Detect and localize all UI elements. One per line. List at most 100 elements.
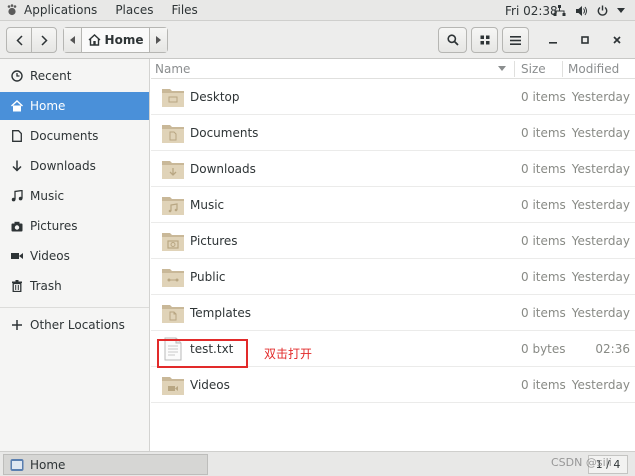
file-size: 0 items: [521, 126, 566, 140]
file-size: 0 items: [521, 198, 566, 212]
file-modified: Yesterday: [571, 306, 630, 320]
sidebar-item-home[interactable]: Home: [0, 92, 149, 120]
menu-button[interactable]: [502, 27, 529, 53]
file-name: Templates: [190, 306, 252, 320]
file-modified: 02:36: [595, 342, 630, 356]
sidebar-divider: [0, 307, 149, 308]
document-icon: [11, 130, 23, 142]
path-crumb-home[interactable]: Home: [82, 28, 149, 52]
folder-icon: [162, 125, 184, 143]
folder-icon: [162, 269, 184, 287]
file-name: Documents: [190, 126, 259, 140]
trash-icon: [11, 280, 23, 292]
view-toggle-button[interactable]: [471, 27, 498, 53]
path-scroll-right-button[interactable]: [149, 28, 167, 52]
sidebar-item-pictures[interactable]: Pictures: [0, 212, 149, 240]
history-buttons: [6, 27, 57, 53]
applications-menu[interactable]: Applications: [0, 0, 106, 21]
camera-icon: [11, 220, 23, 232]
file-row-music[interactable]: Music 0 items Yesterday: [151, 187, 635, 223]
column-header-size[interactable]: Size: [521, 59, 546, 79]
forward-icon: [40, 34, 48, 46]
file-name: Music: [190, 198, 225, 212]
forward-button[interactable]: [32, 28, 56, 52]
sidebar-item-downloads[interactable]: Downloads: [0, 152, 149, 180]
file-modified: Yesterday: [571, 198, 630, 212]
taskbar-window-label: Home: [30, 457, 66, 472]
home-icon: [88, 34, 101, 46]
sidebar-item-music[interactable]: Music: [0, 182, 149, 210]
home-icon: [11, 100, 23, 112]
column-header-modified-label: Modified: [568, 62, 620, 76]
clock[interactable]: Fri 02:38: [505, 0, 558, 21]
file-row-public[interactable]: Public 0 items Yesterday: [151, 259, 635, 295]
column-divider: [514, 61, 515, 77]
plus-icon: [11, 319, 23, 331]
file-row-videos[interactable]: Videos 0 items Yesterday: [151, 367, 635, 403]
file-row-pictures[interactable]: Pictures 0 items Yesterday: [151, 223, 635, 259]
chevron-down-icon[interactable]: [617, 7, 625, 14]
bottom-taskbar: Home 1 / 4: [0, 451, 635, 476]
close-button[interactable]: [608, 31, 626, 49]
search-button[interactable]: [438, 27, 467, 53]
file-row-desktop[interactable]: Desktop 0 items Yesterday: [151, 79, 635, 115]
file-size: 0 items: [521, 270, 566, 284]
file-row-downloads[interactable]: Downloads 0 items Yesterday: [151, 151, 635, 187]
file-size: 0 items: [521, 378, 566, 392]
sidebar-item-label: Recent: [30, 69, 72, 83]
places-sidebar: Recent Home Documents Downloads Music Pi…: [0, 59, 150, 451]
download-icon: [11, 160, 23, 172]
network-icon[interactable]: [553, 4, 566, 17]
sidebar-item-trash[interactable]: Trash: [0, 272, 149, 300]
sidebar-item-label: Home: [30, 99, 66, 113]
places-menu[interactable]: Places: [106, 0, 162, 21]
sidebar-item-label: Downloads: [30, 159, 96, 173]
power-icon[interactable]: [597, 5, 608, 17]
chevron-left-icon: [70, 36, 75, 44]
file-name: Public: [190, 270, 226, 284]
column-header-name-label: Name: [155, 62, 191, 76]
watermark-text: CSDN @sili: [551, 456, 612, 469]
sidebar-item-label: Other Locations: [30, 318, 125, 332]
sidebar-item-documents[interactable]: Documents: [0, 122, 149, 150]
chevron-right-icon: [156, 36, 161, 44]
music-icon: [11, 190, 23, 202]
file-list[interactable]: Name Size Modified Desktop 0 items Yeste…: [151, 59, 635, 451]
menu-icon: [510, 35, 521, 45]
file-modified: Yesterday: [571, 162, 630, 176]
sidebar-item-other-locations[interactable]: Other Locations: [0, 311, 149, 339]
file-modified: Yesterday: [571, 378, 630, 392]
volume-icon[interactable]: [575, 5, 588, 17]
column-header-name[interactable]: Name: [155, 59, 190, 79]
column-header-size-label: Size: [521, 62, 546, 76]
file-modified: Yesterday: [571, 234, 630, 248]
sidebar-item-recent[interactable]: Recent: [0, 62, 149, 90]
system-tray[interactable]: [553, 0, 625, 21]
header-bar: Home: [0, 21, 635, 59]
files-menu[interactable]: Files: [162, 0, 206, 21]
file-name: Pictures: [190, 234, 238, 248]
sort-indicator-icon: [498, 59, 506, 79]
file-row-documents[interactable]: Documents 0 items Yesterday: [151, 115, 635, 151]
folder-icon: [162, 305, 184, 323]
file-size: 0 items: [521, 234, 566, 248]
annotation-text: 双击打开: [264, 347, 313, 361]
folder-icon: [162, 161, 184, 179]
back-button[interactable]: [7, 28, 32, 52]
column-header-modified[interactable]: Modified: [568, 59, 619, 79]
clock-icon: [11, 70, 23, 82]
maximize-button[interactable]: [576, 31, 594, 49]
path-scroll-left-button[interactable]: [64, 28, 82, 52]
file-row-templates[interactable]: Templates 0 items Yesterday: [151, 295, 635, 331]
back-icon: [15, 34, 23, 46]
sidebar-item-label: Videos: [30, 249, 70, 263]
grid-view-icon: [480, 35, 489, 45]
file-modified: Yesterday: [571, 90, 630, 104]
taskbar-window-home[interactable]: Home: [3, 454, 208, 475]
minimize-button[interactable]: [544, 31, 562, 49]
annotation-highlight-box: [157, 339, 248, 368]
file-name: Downloads: [190, 162, 256, 176]
column-divider: [562, 61, 563, 77]
sidebar-item-videos[interactable]: Videos: [0, 242, 149, 270]
file-size: 0 items: [521, 306, 566, 320]
